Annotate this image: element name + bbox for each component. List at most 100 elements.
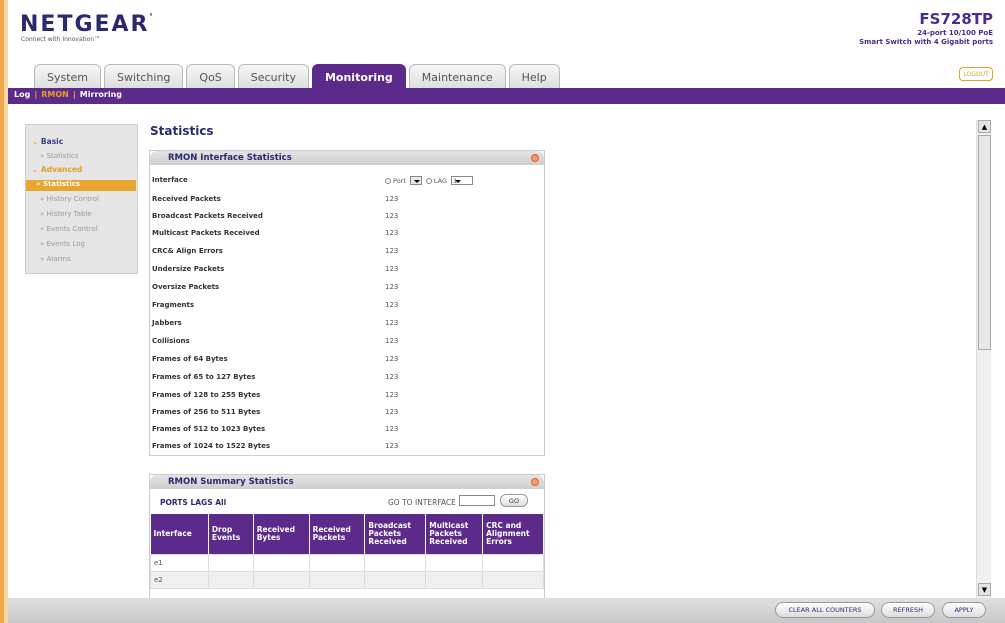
stat-label: Broadcast Packets Received [152, 212, 263, 220]
stat-label: Frames of 512 to 1023 Bytes [152, 425, 266, 433]
stat-row: Frames of 1024 to 1522 Bytes 123 [152, 442, 542, 455]
clear-all-counters-button[interactable]: CLEAR ALL COUNTERS [775, 602, 875, 618]
table-cell: e2 [150, 570, 209, 589]
goto-interface-input[interactable] [459, 495, 495, 506]
stat-value: 123 [385, 265, 399, 273]
table-cell [364, 570, 427, 589]
logout-button[interactable]: LOGOUT [959, 67, 993, 81]
table-cell [482, 570, 544, 589]
table-cell [425, 570, 484, 589]
column-header: Multicast Packets Received [425, 514, 484, 554]
subnav-rmon[interactable]: RMON [41, 90, 69, 99]
port-label: Port [393, 176, 406, 185]
scroll-up-arrow-icon[interactable]: ▲ [978, 120, 991, 133]
subnav: Log | RMON | Mirroring [14, 90, 126, 99]
column-header: Broadcast Packets Received [364, 514, 427, 554]
tab-security[interactable]: Security [237, 64, 309, 90]
model-description: 24-port 10/100 PoE Smart Switch with 4 G… [793, 29, 993, 47]
scroll-thumb[interactable] [978, 135, 991, 350]
stat-label: Multicast Packets Received [152, 229, 260, 237]
lags-link[interactable]: LAGS [190, 498, 212, 507]
table-cell [308, 553, 366, 572]
all-link[interactable]: All [215, 498, 226, 507]
stat-label: Collisions [152, 337, 190, 345]
interface-label: Interface [152, 176, 188, 184]
tab-switching[interactable]: Switching [104, 64, 184, 90]
stat-label: Received Packets [152, 195, 221, 203]
sidebar-item-history-control[interactable]: » History Control [40, 195, 99, 203]
stat-value: 123 [385, 391, 399, 399]
rmon-summary-panel: RMON Summary Statistics PORTS LAGS All G… [149, 474, 545, 598]
interface-row: Interface Port LAG 1 [152, 176, 542, 189]
lag-label: LAG [433, 176, 448, 185]
vertical-scrollbar[interactable]: ▲ ▼ [976, 120, 991, 598]
stat-label: Frames of 128 to 255 Bytes [152, 391, 261, 399]
subnav-mirroring[interactable]: Mirroring [80, 90, 122, 99]
table-cell [308, 570, 366, 589]
stat-label: Frames of 256 to 511 Bytes [152, 408, 261, 416]
table-header-row: Interface Drop Events Received Bytes Rec… [150, 514, 544, 554]
sidebar-item-statistics-basic[interactable]: » Statistics [40, 152, 79, 160]
stat-value: 123 [385, 212, 399, 220]
sidebar-advanced-label: Advanced [40, 165, 83, 174]
stat-value: 123 [385, 319, 399, 327]
summary-toolbar: PORTS LAGS All GO TO INTERFACE GO [150, 490, 544, 512]
apply-button[interactable]: APPLY [942, 602, 986, 618]
page-title: Statistics [150, 124, 214, 138]
lag-radio[interactable] [425, 177, 432, 184]
rmon-interface-panel: RMON Interface Statistics Interface Port… [149, 150, 545, 456]
stat-label: Undersize Packets [152, 265, 225, 273]
ports-link[interactable]: PORTS [160, 498, 188, 507]
lag-select[interactable]: 1 [451, 176, 474, 185]
port-select[interactable] [409, 176, 422, 185]
tab-maintenance[interactable]: Maintenance [408, 64, 506, 90]
stat-row: Undersize Packets 123 [152, 265, 542, 278]
subnav-separator: | [34, 90, 38, 99]
tagline: Connect with Innovation™ [21, 36, 101, 43]
panel-title: RMON Interface Statistics [168, 153, 292, 163]
stat-label: Frames of 1024 to 1522 Bytes [152, 442, 271, 450]
stat-value: 123 [385, 355, 399, 363]
stat-value: 123 [385, 408, 399, 416]
sidebar-item-statistics-advanced[interactable]: » Statistics [26, 180, 136, 191]
tab-monitoring[interactable]: Monitoring [311, 64, 406, 90]
go-button[interactable]: GO [500, 494, 528, 507]
table-cell [252, 570, 310, 589]
sidebar-basic-label: Basic [40, 137, 64, 146]
logo-text: NETGEAR [20, 12, 150, 37]
table-cell [252, 553, 310, 572]
stat-row: Frames of 65 to 127 Bytes 123 [152, 373, 542, 386]
help-icon[interactable] [531, 154, 539, 162]
stat-label: Fragments [152, 301, 195, 309]
subnav-log[interactable]: Log [14, 90, 30, 99]
sidebar-advanced[interactable]: ⌄ Advanced [32, 165, 82, 174]
sidebar-item-events-log[interactable]: » Events Log [40, 240, 85, 248]
chevron-down-icon: ⌄ [32, 137, 39, 146]
sidebar-item-alarms[interactable]: » Alarms [40, 255, 71, 263]
table-row: e1 [150, 553, 544, 572]
tab-qos[interactable]: QoS [186, 64, 235, 90]
refresh-button[interactable]: REFRESH [881, 602, 935, 618]
tab-system[interactable]: System [34, 64, 102, 90]
scroll-down-arrow-icon[interactable]: ▼ [978, 583, 991, 596]
stat-value: 123 [385, 247, 399, 255]
stat-row: Frames of 256 to 511 Bytes 123 [152, 408, 542, 421]
help-icon[interactable] [531, 478, 539, 486]
subnav-separator: | [72, 90, 76, 99]
table-cell [207, 570, 254, 589]
stat-value: 123 [385, 337, 399, 345]
stat-row: Frames of 64 Bytes 123 [152, 355, 542, 368]
interface-controls: Port LAG 1 [385, 176, 477, 185]
stat-value: 123 [385, 373, 399, 381]
sidebar-item-events-control[interactable]: » Events Control [40, 225, 98, 233]
panel-header: RMON Interface Statistics [150, 151, 544, 165]
port-radio[interactable] [385, 177, 391, 184]
netgear-logo: NETGEAR' [20, 12, 155, 37]
sidebar-basic[interactable]: ⌄ Basic [32, 137, 63, 146]
stat-row: Received Packets 123 [152, 195, 542, 208]
lag-select-value: 1 [453, 177, 458, 185]
main-tabs: System Switching QoS Security Monitoring… [34, 64, 563, 90]
tab-help[interactable]: Help [508, 64, 560, 90]
sidebar-item-history-table[interactable]: » History Table [40, 210, 92, 218]
stat-value: 123 [385, 442, 399, 450]
